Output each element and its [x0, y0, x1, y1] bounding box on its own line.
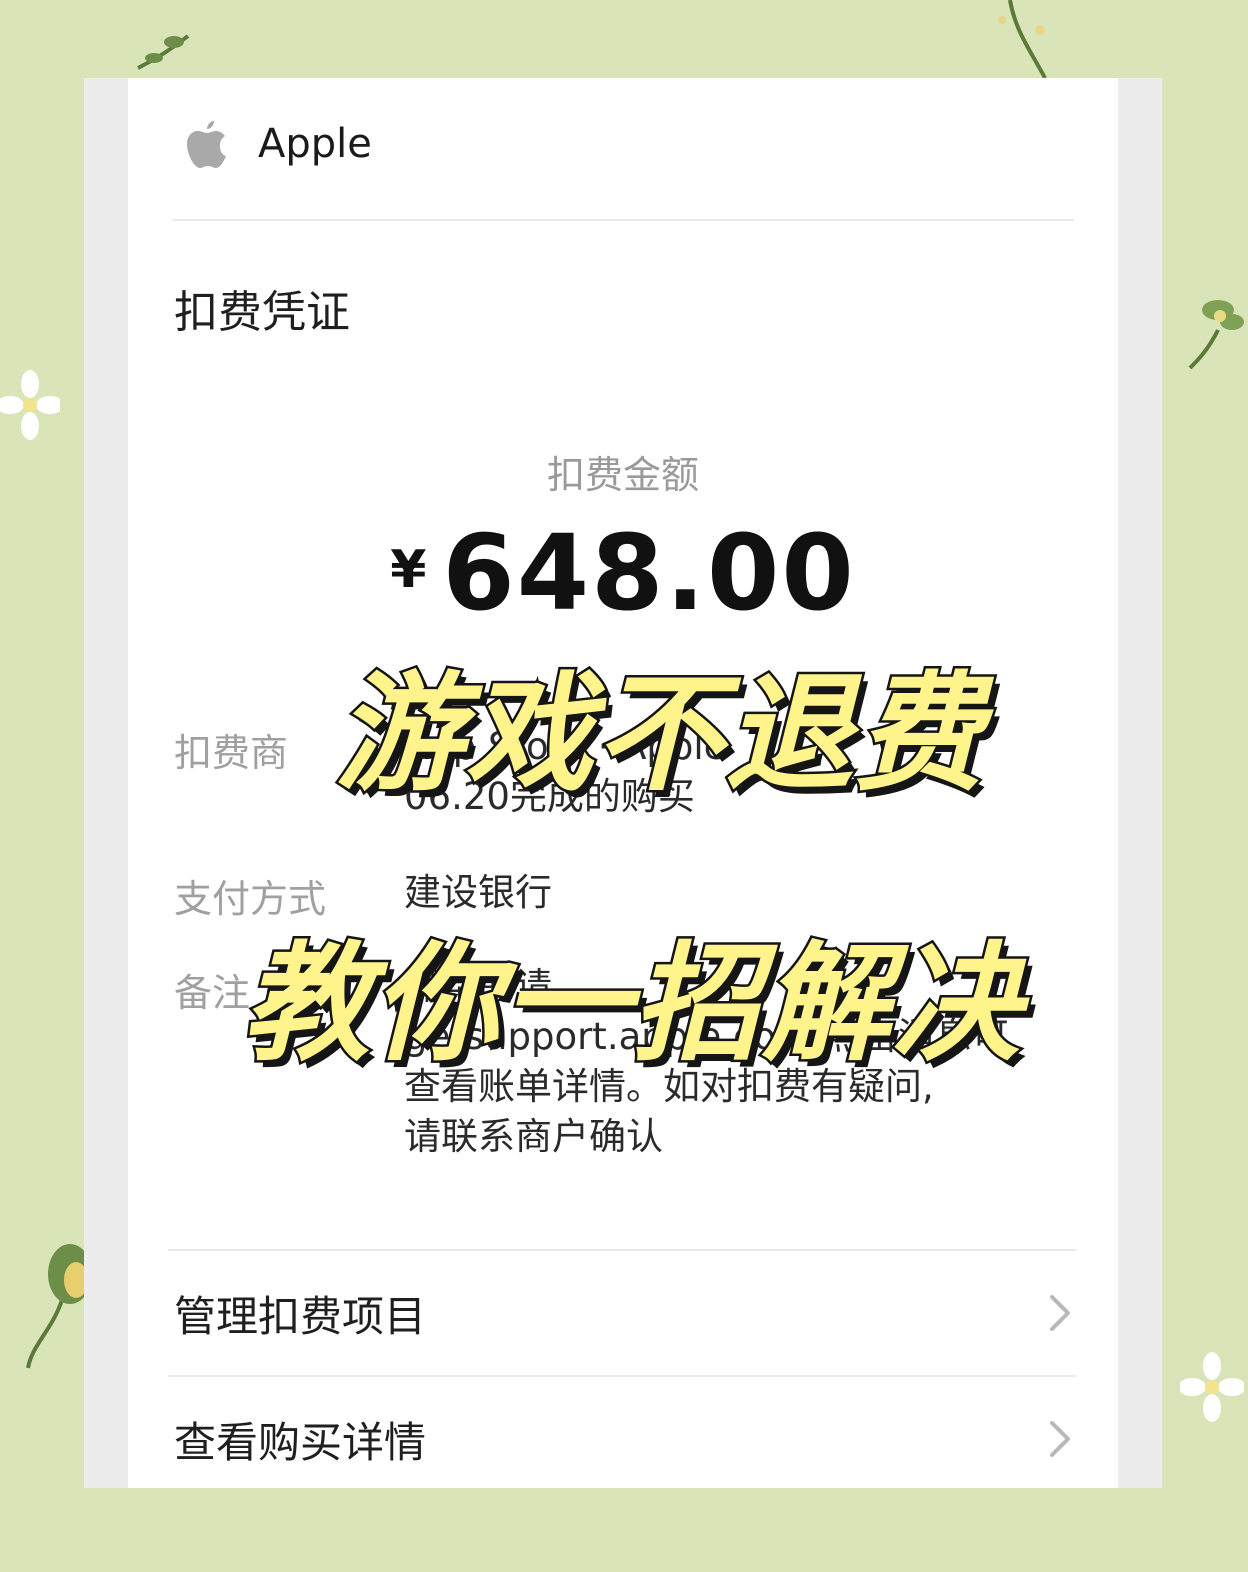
- overlay-headline-2: 教你一招解决: [239, 928, 1022, 1082]
- chevron-right-icon: [1050, 1421, 1070, 1457]
- remark-line: 请联系商户确认: [404, 1115, 663, 1158]
- purchase-details-label: 查看购买详情: [174, 1417, 427, 1467]
- apple-logo-icon: [187, 121, 226, 168]
- overlay-headline-1: 游戏不退费: [332, 658, 985, 812]
- page-title: 扣费凭证: [174, 287, 350, 338]
- flower-decoration-icon: [0, 370, 60, 440]
- flower-decoration-icon: [26, 1244, 86, 1369]
- merchant-header: Apple: [186, 112, 372, 176]
- manage-charges-item[interactable]: 管理扣费项目: [168, 1258, 1076, 1368]
- divider: [168, 1249, 1076, 1251]
- amount-label: 扣费金额: [546, 453, 699, 497]
- purchase-details-item[interactable]: 查看购买详情: [168, 1384, 1076, 1494]
- divider: [172, 219, 1074, 221]
- amount-value: ¥648.00: [128, 512, 1118, 634]
- flower-decoration-icon: [1180, 1352, 1244, 1422]
- amount-number: 648.00: [442, 512, 856, 634]
- manage-charges-label: 管理扣费项目: [174, 1291, 427, 1341]
- sprig-decoration-icon: [998, 0, 1047, 79]
- divider: [168, 1375, 1076, 1377]
- currency-symbol: ¥: [390, 540, 427, 600]
- chevron-right-icon: [1050, 1295, 1070, 1331]
- merchant-name: Apple: [258, 121, 372, 167]
- flower-decoration-icon: [1188, 300, 1244, 370]
